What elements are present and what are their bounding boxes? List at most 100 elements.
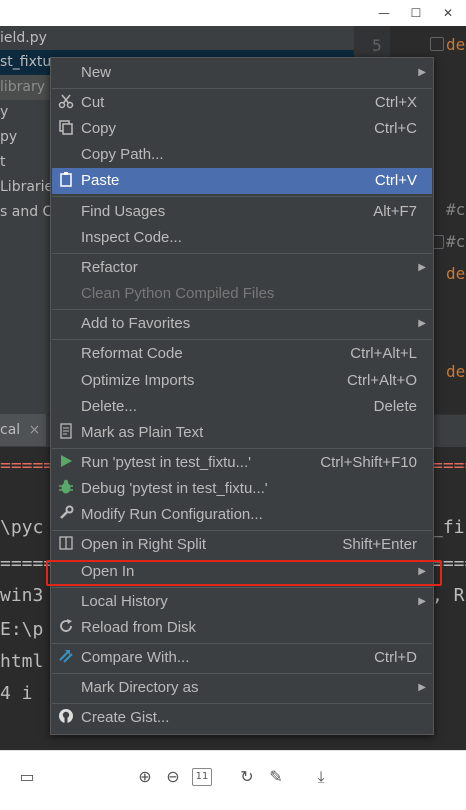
menu-item-cut[interactable]: Cut Ctrl+X bbox=[52, 90, 432, 116]
panel-toggle-icon[interactable]: ▭ bbox=[16, 766, 38, 788]
menu-item-label: Copy bbox=[81, 120, 117, 137]
menu-item-label: Inspect Code... bbox=[81, 229, 182, 246]
run-tab[interactable]: cal × bbox=[0, 414, 46, 446]
menu-item-paste[interactable]: Paste Ctrl+V bbox=[52, 168, 432, 194]
menu-item-label: Mark as Plain Text bbox=[81, 424, 204, 441]
menu-item-label: Cut bbox=[81, 94, 105, 111]
menu-item-shortcut: Ctrl+C bbox=[374, 120, 417, 137]
close-tab-icon[interactable]: × bbox=[29, 422, 41, 438]
tree-item[interactable]: y bbox=[0, 100, 8, 125]
code-comment: #c bbox=[446, 232, 466, 251]
menu-item-label: Open in Right Split bbox=[81, 536, 207, 553]
menu-item-label: Debug 'pytest in test_fixtu...' bbox=[81, 480, 268, 497]
menu-item-shortcut: Delete bbox=[373, 398, 417, 415]
menu-item-label: Copy Path... bbox=[81, 146, 164, 163]
submenu-arrow-icon: ▶ bbox=[418, 67, 426, 78]
menu-separator bbox=[52, 339, 432, 340]
menu-item-label: Modify Run Configuration... bbox=[81, 506, 263, 523]
menu-separator bbox=[52, 448, 432, 449]
menu-item-compare-with[interactable]: Compare With... Ctrl+D bbox=[52, 645, 432, 671]
tree-item[interactable]: s and C bbox=[0, 200, 52, 225]
menu-item-inspect-code[interactable]: Inspect Code... bbox=[52, 225, 432, 251]
code-comment: #c bbox=[446, 200, 466, 219]
run-tab-label: cal bbox=[0, 422, 21, 438]
zoom-in-icon[interactable]: ⊕ bbox=[134, 766, 156, 788]
menu-separator bbox=[52, 88, 432, 89]
rotate-icon[interactable]: ↻ bbox=[236, 766, 258, 788]
menu-item-label: Reload from Disk bbox=[81, 619, 197, 636]
menu-separator bbox=[52, 587, 432, 588]
clipboard-icon bbox=[56, 171, 76, 191]
menu-item-new[interactable]: New ▶ bbox=[52, 60, 432, 86]
menu-item-optimize-imports[interactable]: Optimize Imports Ctrl+Alt+O bbox=[52, 368, 432, 394]
menu-item-label: Compare With... bbox=[81, 649, 190, 666]
minimize-icon[interactable]: — bbox=[374, 3, 394, 23]
submenu-arrow-icon: ▶ bbox=[418, 262, 426, 273]
tree-item[interactable]: Librarie bbox=[0, 175, 53, 200]
menu-item-copy[interactable]: Copy Ctrl+C bbox=[52, 116, 432, 142]
context-menu: New ▶ Cut Ctrl+X Copy Ctrl+C Copy Path..… bbox=[50, 57, 434, 735]
menu-item-shortcut: Shift+Enter bbox=[342, 536, 417, 553]
menu-item-shortcut: Ctrl+Alt+L bbox=[350, 345, 417, 362]
wrench-icon bbox=[56, 505, 76, 525]
edit-pencil-icon[interactable]: ✎ bbox=[265, 766, 287, 788]
menu-item-debug[interactable]: Debug 'pytest in test_fixtu...' bbox=[52, 476, 432, 502]
menu-item-label: Reformat Code bbox=[81, 345, 183, 362]
reload-icon bbox=[56, 618, 76, 638]
menu-item-run[interactable]: Run 'pytest in test_fixtu...' Ctrl+Shift… bbox=[52, 450, 432, 476]
page-number-box[interactable]: 11 bbox=[192, 768, 212, 786]
menu-item-label: Create Gist... bbox=[81, 709, 170, 726]
menu-item-reload-from-disk[interactable]: Reload from Disk bbox=[52, 615, 432, 641]
github-icon bbox=[56, 708, 76, 728]
menu-item-delete[interactable]: Delete... Delete bbox=[52, 394, 432, 420]
menu-item-clean-python-compiled-files: Clean Python Compiled Files bbox=[52, 281, 432, 307]
menu-item-label: New bbox=[81, 64, 112, 81]
zoom-out-icon[interactable]: ⊖ bbox=[162, 766, 184, 788]
maximize-icon[interactable]: ☐ bbox=[406, 3, 426, 23]
menu-item-create-gist[interactable]: Create Gist... bbox=[52, 705, 432, 731]
menu-item-refactor[interactable]: Refactor ▶ bbox=[52, 255, 432, 281]
menu-item-shortcut: Ctrl+V bbox=[374, 172, 417, 189]
tree-item[interactable]: py bbox=[0, 125, 17, 150]
code-keyword: de bbox=[446, 362, 466, 381]
menu-item-reformat-code[interactable]: Reformat Code Ctrl+Alt+L bbox=[52, 341, 432, 367]
copy-icon bbox=[56, 119, 76, 139]
menu-item-add-to-favorites[interactable]: Add to Favorites ▶ bbox=[52, 311, 432, 337]
tree-item[interactable]: ield.py bbox=[0, 26, 47, 51]
menu-item-modify-run-configuration[interactable]: Modify Run Configuration... bbox=[52, 502, 432, 528]
code-keyword: de bbox=[446, 264, 466, 283]
menu-separator bbox=[52, 253, 432, 254]
menu-item-shortcut: Ctrl+Shift+F10 bbox=[320, 454, 417, 471]
menu-item-label: Run 'pytest in test_fixtu...' bbox=[81, 454, 251, 471]
submenu-arrow-icon: ▶ bbox=[418, 682, 426, 693]
tree-item[interactable]: t bbox=[0, 150, 6, 175]
menu-item-copy-path[interactable]: Copy Path... bbox=[52, 142, 432, 168]
menu-item-label: Local History bbox=[81, 593, 168, 610]
menu-item-open-in-right-split[interactable]: Open in Right Split Shift+Enter bbox=[52, 532, 432, 558]
close-icon[interactable]: ✕ bbox=[438, 3, 458, 23]
menu-separator bbox=[52, 309, 432, 310]
menu-item-label: Optimize Imports bbox=[81, 372, 195, 389]
menu-separator bbox=[52, 530, 432, 531]
menu-item-local-history[interactable]: Local History ▶ bbox=[52, 589, 432, 615]
debug-bug-icon bbox=[56, 479, 76, 499]
console-line: , R bbox=[432, 585, 465, 606]
menu-item-mark-as-plain-text[interactable]: Mark as Plain Text bbox=[52, 420, 432, 446]
console-line: ==== bbox=[432, 455, 466, 476]
menu-separator bbox=[52, 196, 432, 197]
console-line: 4 i bbox=[0, 683, 33, 704]
menu-item-mark-directory-as[interactable]: Mark Directory as ▶ bbox=[52, 675, 432, 701]
fold-icon[interactable] bbox=[430, 37, 444, 51]
bottom-toolbar bbox=[0, 750, 466, 810]
menu-item-find-usages[interactable]: Find Usages Alt+F7 bbox=[52, 199, 432, 225]
console-line: \pyc bbox=[0, 517, 44, 538]
submenu-arrow-icon: ▶ bbox=[418, 596, 426, 607]
download-icon[interactable]: ⤓ bbox=[310, 766, 332, 788]
console-line: _fi bbox=[432, 517, 465, 538]
menu-item-label: Refactor bbox=[81, 259, 138, 276]
code-keyword: de bbox=[446, 35, 466, 54]
submenu-arrow-icon: ▶ bbox=[418, 318, 426, 329]
window-title-bar: — ☐ ✕ bbox=[0, 0, 466, 26]
menu-item-label: Add to Favorites bbox=[81, 315, 191, 332]
menu-separator bbox=[52, 643, 432, 644]
